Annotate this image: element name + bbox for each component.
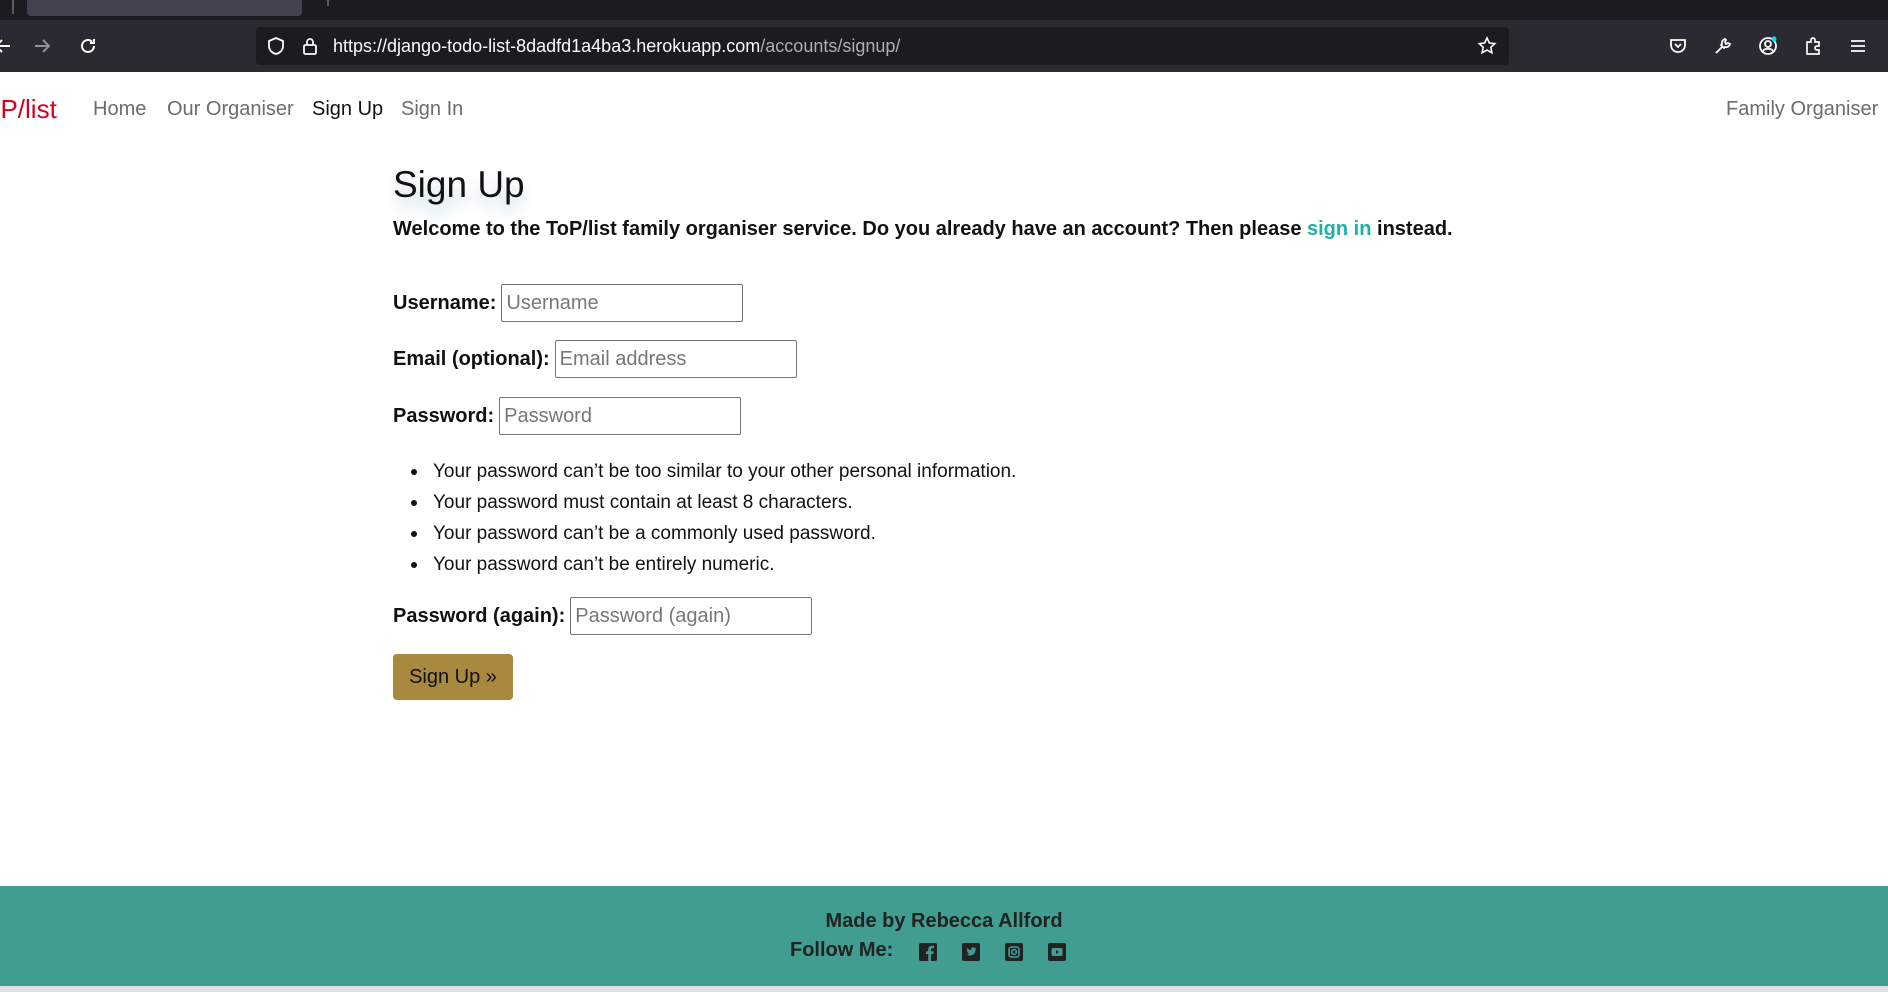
page-title: Sign Up	[393, 164, 525, 205]
back-icon[interactable]	[0, 30, 18, 62]
youtube-icon[interactable]	[1047, 942, 1067, 962]
url-path: /accounts/signup/	[760, 36, 901, 56]
tab-separator	[12, 0, 14, 14]
pocket-icon[interactable]	[1662, 30, 1694, 62]
bookmark-star-icon[interactable]	[1477, 36, 1497, 56]
nav-sign-up[interactable]: Sign Up	[312, 98, 383, 121]
nav-sign-in[interactable]: Sign In	[401, 98, 463, 121]
nav-family-organiser[interactable]: Family Organiser	[1726, 98, 1878, 121]
password-help-item: Your password must contain at least 8 ch…	[410, 487, 1016, 518]
browser-toolbar: https://django-todo-list-8dadfd1a4ba3.he…	[0, 20, 1888, 72]
intro-text: Welcome to the ToP/list family organiser…	[393, 218, 1453, 241]
site-navbar: oP/list Home Our Organiser Sign Up Sign …	[0, 72, 1888, 146]
username-label: Username:	[393, 291, 497, 314]
forward-icon[interactable]	[27, 30, 59, 62]
password-again-input[interactable]	[570, 597, 813, 635]
twitter-icon[interactable]	[961, 942, 981, 962]
password-again-label: Password (again):	[393, 604, 566, 627]
menu-icon[interactable]	[1842, 30, 1874, 62]
password-help-item: Your password can’t be entirely numeric.	[410, 549, 1016, 580]
url-text: https://django-todo-list-8dadfd1a4ba3.he…	[333, 36, 900, 57]
lock-icon[interactable]	[300, 36, 320, 56]
password-help-item: Your password can’t be a commonly used p…	[410, 518, 1016, 549]
extensions-icon[interactable]	[1797, 30, 1829, 62]
made-by-text: Made by Rebecca Allford	[825, 910, 1063, 932]
email-label: Email (optional):	[393, 347, 550, 370]
password-input[interactable]	[499, 397, 742, 435]
footer: Made by Rebecca Allford Follow Me:	[0, 886, 1888, 986]
wrench-icon[interactable]	[1707, 30, 1739, 62]
browser-tabstrip	[0, 0, 1888, 20]
account-icon[interactable]	[1752, 30, 1784, 62]
shield-icon[interactable]	[266, 36, 286, 56]
password-help-list: Your password can’t be too similar to yo…	[410, 456, 1016, 580]
password-row: Password:	[393, 397, 742, 435]
password-help-item: Your password can’t be too similar to yo…	[410, 456, 1016, 487]
follow-me-label: Follow Me:	[790, 939, 894, 961]
sign-in-link[interactable]: sign in	[1307, 218, 1371, 240]
username-input[interactable]	[501, 284, 744, 322]
facebook-icon[interactable]	[918, 942, 938, 962]
email-row: Email (optional):	[393, 340, 797, 378]
username-row: Username:	[393, 284, 744, 322]
sign-up-button[interactable]: Sign Up »	[393, 654, 513, 700]
url-host: https://django-todo-list-8dadfd1a4ba3.he…	[333, 36, 761, 56]
intro-after: instead.	[1371, 218, 1453, 240]
nav-our-organiser[interactable]: Our Organiser	[167, 98, 294, 121]
browser-tab-active[interactable]	[27, 0, 302, 16]
brand-logo[interactable]: oP/list	[0, 94, 57, 125]
reload-icon[interactable]	[72, 30, 104, 62]
intro-before: Welcome to the ToP/list family organiser…	[393, 218, 1307, 240]
nav-home[interactable]: Home	[93, 98, 146, 121]
instagram-icon[interactable]	[1004, 942, 1024, 962]
page-bottom-edge	[0, 986, 1888, 992]
password-again-row: Password (again):	[393, 597, 813, 635]
tab-separator	[327, 0, 329, 6]
password-label: Password:	[393, 404, 495, 427]
email-input[interactable]	[554, 340, 797, 378]
url-bar[interactable]: https://django-todo-list-8dadfd1a4ba3.he…	[256, 27, 1509, 65]
